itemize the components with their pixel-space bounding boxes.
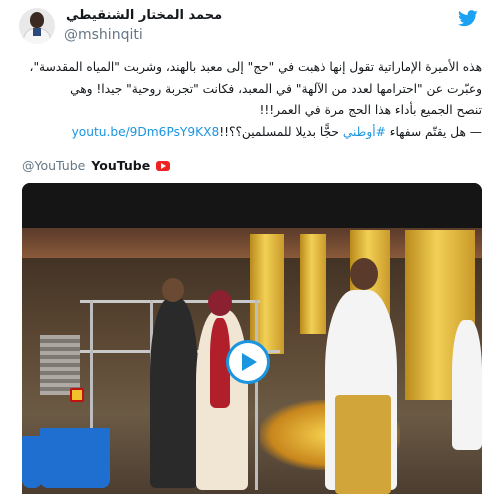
play-icon[interactable]: [229, 343, 267, 381]
avatar-head: [30, 12, 44, 28]
blue-bucket: [22, 436, 42, 488]
avatar-collar: [33, 28, 41, 36]
tweet-body-line-2: وعبّرت عن "احترامها لعدد من الآلهة" في ا…: [70, 81, 482, 96]
tweet-body-line-1: هذه الأميرة الإماراتية تقول إنها ذهبت في…: [29, 60, 482, 74]
person-head: [162, 278, 184, 302]
tweet-body-line-4: — هل يقتّم سفهاء #أوطني حجًّا بديلا للمس…: [14, 122, 482, 144]
orange-dhoti: [335, 395, 391, 494]
hashtag-link[interactable]: #أوطني: [343, 125, 386, 139]
author-name[interactable]: محمد المختار الشنقيطي: [66, 8, 222, 23]
railing-post: [255, 300, 258, 490]
blue-bucket: [40, 428, 110, 488]
card-source-handle[interactable]: @YouTube: [22, 158, 85, 173]
author-avatar[interactable]: [19, 8, 55, 44]
woman-head: [208, 290, 232, 316]
card-source-name[interactable]: YouTube: [91, 158, 150, 173]
tweet-last-prefix: — هل يقتّم سفهاء: [385, 124, 482, 139]
author-handle[interactable]: @mshinqiti: [64, 27, 143, 43]
youtube-icon: [156, 160, 171, 171]
youtube-link[interactable]: youtu.be/9Dm6PsY9KX8: [72, 125, 220, 139]
tweet-last-suffix: حجًّا بديلا للمسلمين؟؟!!: [219, 124, 343, 139]
card-source[interactable]: @YouTube YouTube: [22, 158, 171, 173]
red-scarf: [210, 318, 230, 408]
tweet-card: محمد المختار الشنقيطي @mshinqiti هذه الأ…: [0, 0, 498, 494]
man-head: [350, 258, 378, 290]
metal-stairs: [40, 335, 80, 395]
warning-sign: [70, 388, 84, 402]
person-right-edge: [452, 320, 482, 450]
golden-pillar: [300, 234, 326, 334]
person-dark-suit: [150, 298, 198, 488]
tweet-body-line-3: تنصح الجميع بأداء هذا الحج مرة في العمر!…: [259, 103, 482, 117]
video-letterbox-top: [22, 183, 482, 228]
tweet-body: هذه الأميرة الإماراتية تقول إنها ذهبت في…: [14, 57, 482, 143]
twitter-bird-icon[interactable]: [458, 10, 478, 27]
